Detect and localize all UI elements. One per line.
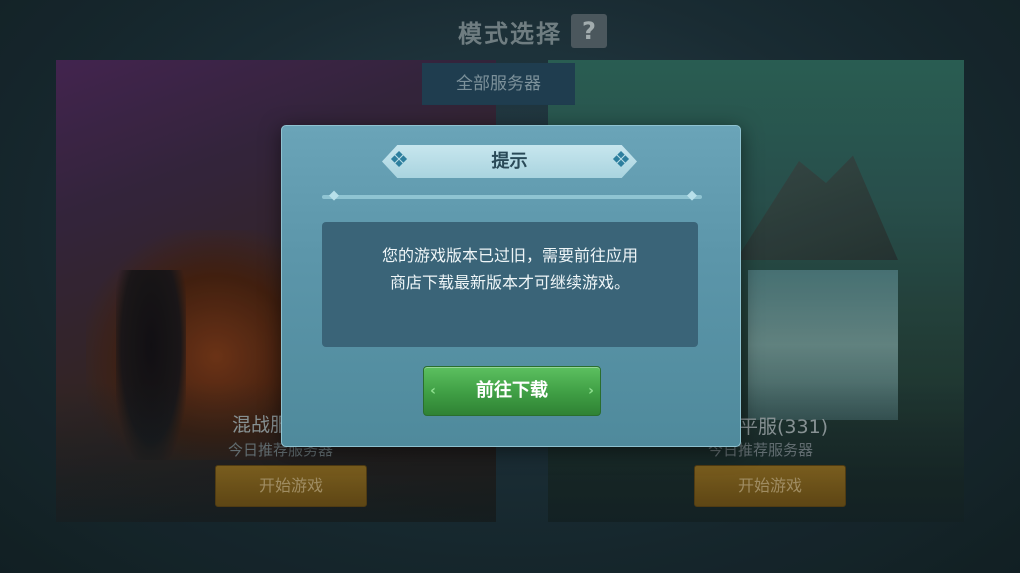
chevron-right-icon: › <box>588 383 594 399</box>
diamond-icon: ◆ <box>687 188 697 203</box>
dialog-divider <box>322 195 702 199</box>
message-line: 商店下载最新版本才可继续游戏。 <box>389 273 630 292</box>
dialog-title: 提示 <box>491 151 528 172</box>
swirl-ornament-icon: ❖ <box>611 148 631 173</box>
message-line: 您的游戏版本已过旧，需要前往应用 <box>381 246 638 265</box>
download-button[interactable]: ‹ 前往下载 › <box>423 366 601 416</box>
diamond-icon: ◆ <box>329 188 339 203</box>
update-dialog: 提示 ❖ ❖ ◆ ◆ 您的游戏版本已过旧，需要前往应用 商店下载最新版本才可继续… <box>281 125 741 447</box>
download-button-label: 前往下载 <box>476 380 548 401</box>
swirl-ornament-icon: ❖ <box>389 148 409 173</box>
message-box: 您的游戏版本已过旧，需要前往应用 商店下载最新版本才可继续游戏。 <box>322 222 698 347</box>
message-text: 您的游戏版本已过旧，需要前往应用 商店下载最新版本才可继续游戏。 <box>340 242 680 296</box>
chevron-left-icon: ‹ <box>430 383 436 399</box>
